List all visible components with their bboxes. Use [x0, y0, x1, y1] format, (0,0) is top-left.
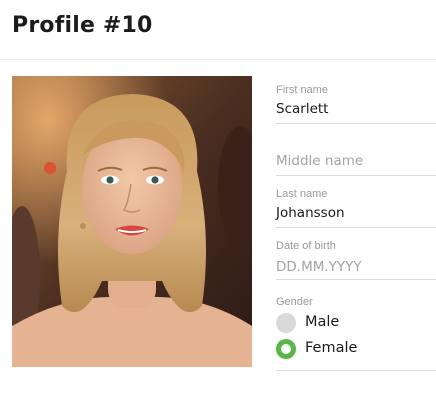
- gender-female-label[interactable]: Female: [305, 340, 357, 356]
- date-of-birth-label: Date of birth: [276, 240, 336, 252]
- profile-photo: [12, 76, 252, 367]
- radio-checked-icon[interactable]: [276, 339, 296, 359]
- date-of-birth-field[interactable]: Date of birth: [276, 228, 436, 280]
- last-name-label: Last name: [276, 188, 328, 200]
- middle-name-input[interactable]: [276, 151, 434, 171]
- gender-male-label[interactable]: Male: [305, 314, 339, 330]
- first-name-field[interactable]: First name Scarlett: [276, 76, 436, 124]
- gender-field: Gender Male Female: [276, 280, 436, 371]
- gender-label: Gender: [276, 296, 313, 308]
- page-header: Profile #10: [0, 0, 436, 60]
- date-of-birth-input[interactable]: [276, 257, 434, 277]
- first-name-value[interactable]: Scarlett: [276, 101, 328, 117]
- last-name-value[interactable]: Johansson: [276, 205, 345, 221]
- radio-unchecked-icon[interactable]: [276, 313, 296, 333]
- last-name-field[interactable]: Last name Johansson: [276, 176, 436, 228]
- page-title: Profile #10: [12, 13, 153, 38]
- middle-name-field[interactable]: [276, 124, 436, 176]
- first-name-label: First name: [276, 84, 328, 96]
